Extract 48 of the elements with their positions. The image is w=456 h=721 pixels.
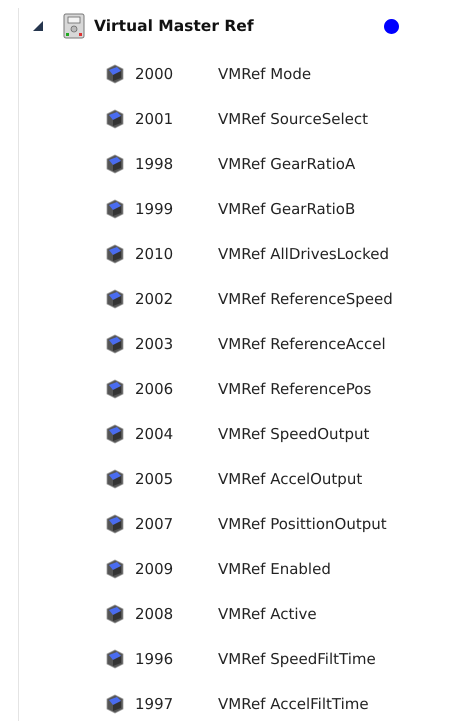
parameter-icon — [105, 64, 125, 84]
parameter-icon — [105, 514, 125, 534]
parameter-number: 1999 — [135, 200, 174, 218]
parameter-icon — [105, 244, 125, 264]
parameter-name[interactable]: VMRef SpeedFiltTime — [218, 650, 376, 668]
parameter-number: 2004 — [135, 425, 174, 443]
parameter-icon — [105, 424, 125, 444]
parameter-name[interactable]: VMRef AccelFiltTime — [218, 695, 369, 713]
parameter-name[interactable]: VMRef PosittionOutput — [218, 515, 387, 533]
parameter-name[interactable]: VMRef Enabled — [218, 560, 331, 578]
parameter-icon — [105, 559, 125, 579]
parameter-number: 1996 — [135, 650, 174, 668]
parameter-icon — [105, 334, 125, 354]
parameter-name[interactable]: VMRef GearRatioB — [218, 200, 356, 218]
parameter-name[interactable]: VMRef ReferenceSpeed — [218, 290, 393, 308]
parameter-icon — [105, 289, 125, 309]
parameter-number: 2009 — [135, 560, 174, 578]
parameter-number: 1998 — [135, 155, 174, 173]
parameter-icon — [105, 694, 125, 714]
parameter-icon — [105, 604, 125, 624]
parameter-icon — [105, 469, 125, 489]
collapse-icon[interactable] — [31, 19, 45, 33]
parameter-number: 2001 — [135, 110, 174, 128]
parameter-icon — [105, 109, 125, 129]
parameter-number: 2000 — [135, 65, 174, 83]
parameter-number: 2002 — [135, 290, 174, 308]
parameter-number: 2010 — [135, 245, 174, 263]
parameter-name[interactable]: VMRef Mode — [218, 65, 312, 83]
parameter-name[interactable]: VMRef Active — [218, 605, 317, 623]
parameter-name[interactable]: VMRef ReferenceAccel — [218, 335, 386, 353]
parameter-number: 2003 — [135, 335, 174, 353]
parameter-name[interactable]: VMRef GearRatioA — [218, 155, 356, 173]
device-icon — [62, 13, 86, 39]
node-title[interactable]: Virtual Master Ref — [94, 17, 384, 35]
parameter-icon — [105, 379, 125, 399]
parameter-number: 2005 — [135, 470, 174, 488]
parameter-number: 1997 — [135, 695, 174, 713]
parameter-number: 2007 — [135, 515, 174, 533]
parameter-number: 2008 — [135, 605, 174, 623]
parameter-name[interactable]: VMRef SourceSelect — [218, 110, 368, 128]
parameter-name[interactable]: VMRef ReferencePos — [218, 380, 372, 398]
parameter-icon — [105, 154, 125, 174]
parameter-name[interactable]: VMRef SpeedOutput — [218, 425, 370, 443]
parameter-icon — [105, 199, 125, 219]
parameter-number: 2006 — [135, 380, 174, 398]
parameter-name[interactable]: VMRef AllDrivesLocked — [218, 245, 390, 263]
parameter-icon — [105, 649, 125, 669]
parameter-name[interactable]: VMRef AccelOutput — [218, 470, 362, 488]
